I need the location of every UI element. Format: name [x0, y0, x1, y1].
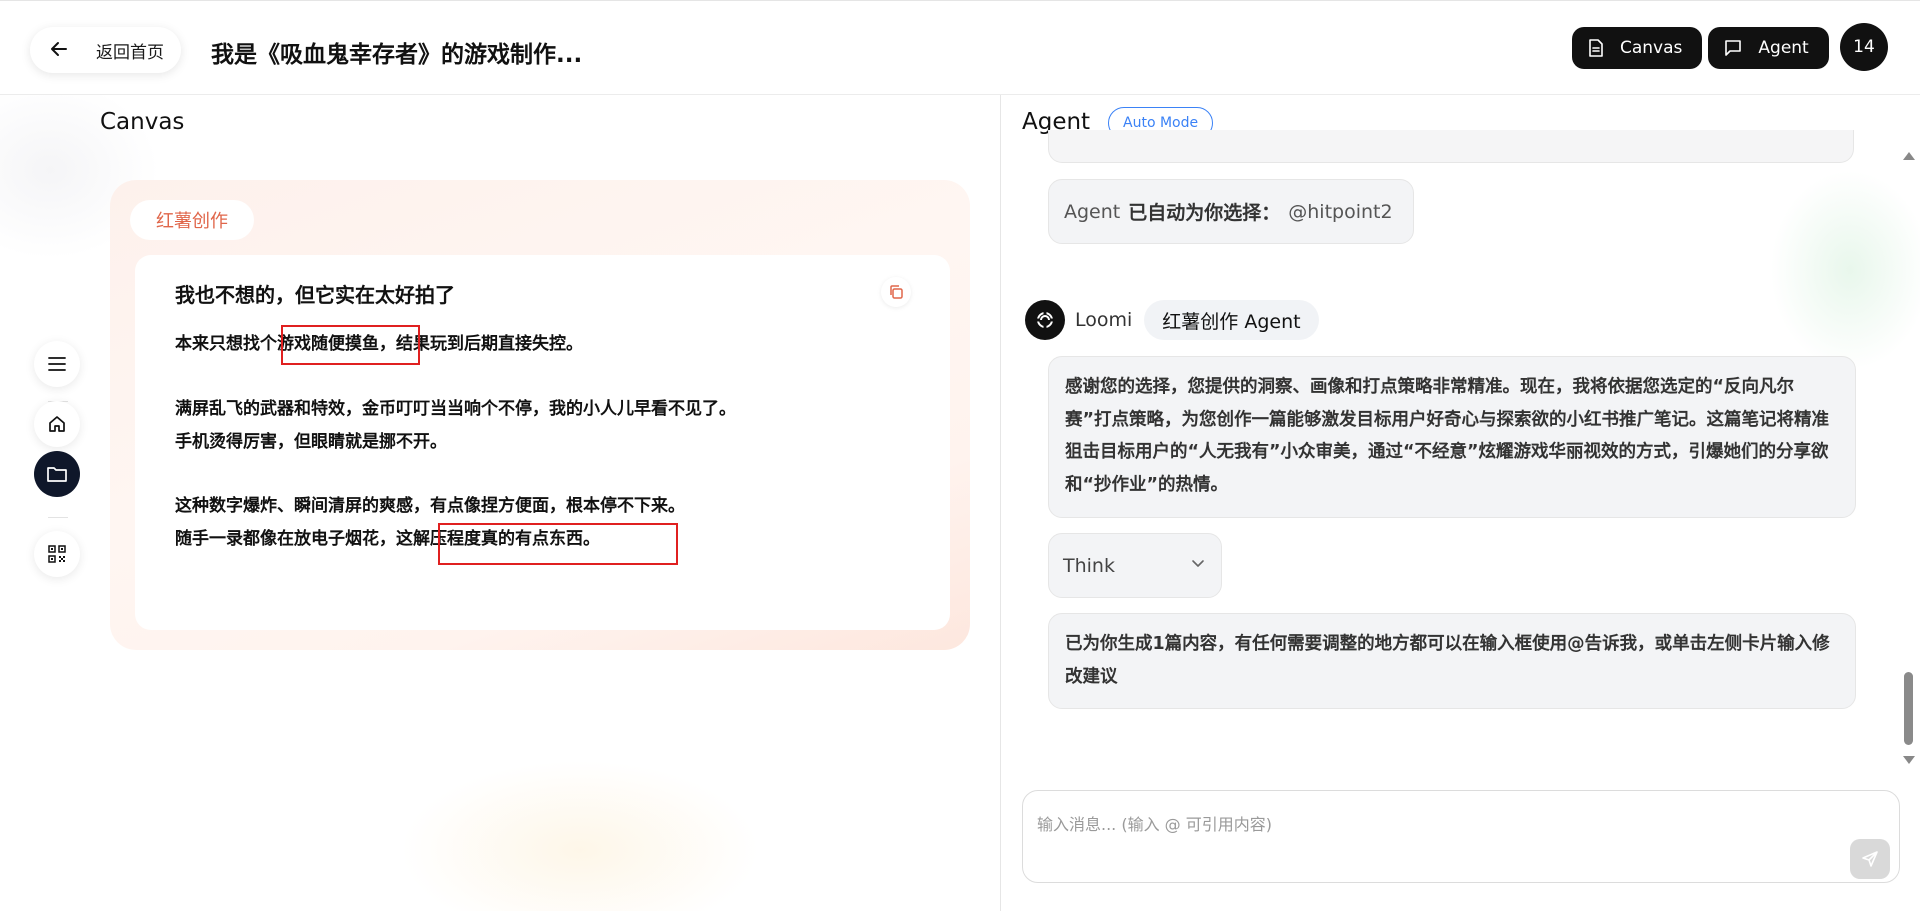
- rail-divider: [48, 517, 68, 518]
- chat-bubble-icon: [1725, 40, 1742, 56]
- qr-code-button[interactable]: [34, 531, 80, 577]
- card-text-line: 满屏乱飞的武器和特效，金币叮叮当当响个不停，我的小人儿早看不见了。: [175, 399, 736, 419]
- card-body: 我也不想的，但它实在太好拍了 本来只想找个游戏随便摸鱼，结果玩到后期直接失控。 …: [135, 255, 950, 630]
- agent-chip[interactable]: 红薯创作 Agent: [1144, 300, 1319, 340]
- agent-result-bubble: 已为你生成1篇内容，有任何需要调整的地方都可以在输入框使用@告诉我，或单击左侧卡…: [1048, 613, 1856, 709]
- top-header: 返回首页 我是《吸血鬼幸存者》的游戏制作... Canvas Agent 14: [0, 0, 1920, 95]
- message-input[interactable]: [1037, 811, 1857, 841]
- home-button[interactable]: [34, 401, 80, 447]
- agent-message-text: 感谢您的选择，您提供的洞察、画像和打点策略非常精准。现在，我将依据您选定的“反向…: [1065, 377, 1829, 495]
- highlight-box: [281, 325, 420, 365]
- scrollbar-thumb[interactable]: [1904, 672, 1913, 745]
- qr-code-icon: [48, 545, 66, 563]
- message-input-box: [1022, 790, 1900, 883]
- scroll-up-arrow[interactable]: [1903, 152, 1915, 160]
- copy-icon: [890, 285, 903, 299]
- view-toggle-group: Canvas Agent: [1572, 27, 1829, 71]
- selection-value: @hitpoint2: [1288, 200, 1393, 223]
- folder-button[interactable]: [34, 451, 80, 497]
- auto-selection-bubble: Agent 已自动为你选择： @hitpoint2: [1048, 179, 1414, 244]
- chevron-down-icon: [1192, 560, 1204, 567]
- folder-icon: [47, 467, 67, 482]
- menu-icon: [48, 357, 66, 371]
- think-label: Think: [1063, 554, 1115, 577]
- panel-divider: [1000, 95, 1001, 911]
- user-avatar[interactable]: 14: [1840, 23, 1888, 71]
- card-category-tag: 红薯创作: [130, 200, 254, 240]
- document-icon: [1589, 39, 1603, 57]
- agent-result-text: 已为你生成1篇内容，有任何需要调整的地方都可以在输入框使用@告诉我，或单击左侧卡…: [1065, 634, 1830, 687]
- send-button[interactable]: [1850, 839, 1890, 879]
- send-icon: [1862, 851, 1878, 867]
- selection-text: 已自动为你选择：: [1128, 202, 1281, 224]
- selection-prefix: Agent: [1064, 200, 1121, 223]
- background-glow: [400, 760, 760, 911]
- sender-name: Loomi: [1075, 309, 1133, 331]
- card-text-line: 这种数字爆炸、瞬间清屏的爽感，有点像捏方便面，根本停不下来。: [175, 496, 685, 516]
- canvas-panel-title: Canvas: [100, 109, 185, 135]
- arrow-left-icon: [50, 40, 74, 61]
- card-text-line: 手机烫得厉害，但眼睛就是挪不开。: [175, 432, 447, 452]
- home-icon: [49, 416, 65, 432]
- page-title: 我是《吸血鬼幸存者》的游戏制作...: [211, 42, 583, 68]
- back-home-button[interactable]: 返回首页: [30, 27, 181, 73]
- canvas-toggle-label: Canvas: [1620, 38, 1683, 58]
- back-home-label: 返回首页: [96, 42, 164, 63]
- agent-toggle-label: Agent: [1758, 38, 1809, 58]
- background-glow: [1770, 170, 1920, 370]
- canvas-toggle-button[interactable]: Canvas: [1572, 27, 1703, 69]
- scroll-down-arrow[interactable]: [1903, 756, 1915, 764]
- message-sender-row: Loomi 红薯创作 Agent: [1025, 298, 1319, 342]
- content-card[interactable]: 红薯创作 我也不想的，但它实在太好拍了 本来只想找个游戏随便摸鱼，结果玩到后期直…: [110, 180, 970, 650]
- copy-button[interactable]: [881, 277, 911, 307]
- highlight-box: [438, 523, 678, 565]
- loomi-logo-icon: [1025, 300, 1065, 340]
- agent-toggle-button[interactable]: Agent: [1708, 27, 1829, 69]
- card-heading: 我也不想的，但它实在太好拍了: [175, 283, 455, 307]
- menu-button[interactable]: [34, 341, 80, 387]
- think-toggle[interactable]: Think: [1048, 533, 1222, 598]
- agent-message-bubble: 感谢您的选择，您提供的洞察、画像和打点策略非常精准。现在，我将依据您选定的“反向…: [1048, 356, 1856, 518]
- previous-message-bubble: [1048, 130, 1854, 163]
